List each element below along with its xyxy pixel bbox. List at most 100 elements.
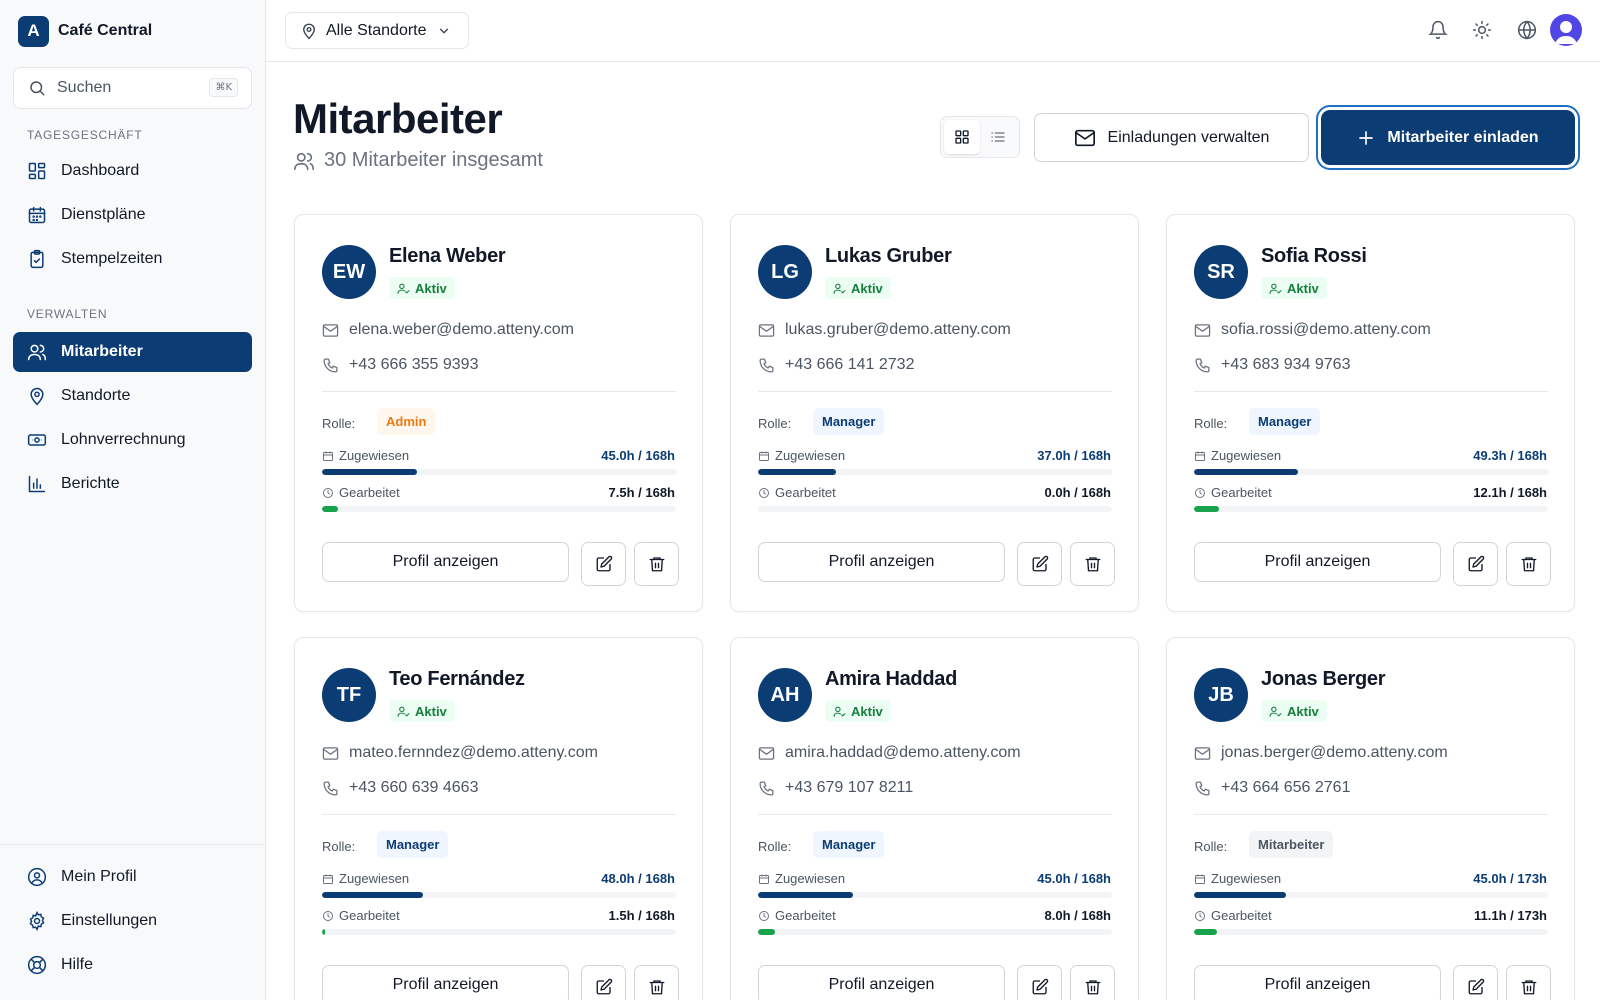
delete-button[interactable] xyxy=(1506,542,1551,586)
status-badge: Aktiv xyxy=(1261,700,1327,722)
edit-button[interactable] xyxy=(1453,542,1498,586)
list-icon xyxy=(991,132,1005,142)
worked-label: Gearbeitet xyxy=(322,485,400,500)
assigned-progress-bar xyxy=(322,469,676,475)
lifebuoy-icon xyxy=(27,955,47,975)
sidebar: A Café Central Suchen ⌘K TAGESGESCHÄFT D… xyxy=(0,0,266,1000)
edit-button[interactable] xyxy=(1017,542,1062,586)
employee-name[interactable]: Elena Weber xyxy=(389,245,506,268)
sidebar-item-mitarbeiter[interactable]: Mitarbeiter xyxy=(13,332,252,372)
view-profile-button[interactable]: Profil anzeigen xyxy=(322,965,569,1000)
employee-email[interactable]: amira.haddad@demo.atteny.com xyxy=(758,744,1021,762)
sidebar-item-standorte[interactable]: Standorte xyxy=(13,376,252,416)
employee-name[interactable]: Jonas Berger xyxy=(1261,668,1386,691)
assigned-label: Zugewiesen xyxy=(1194,448,1281,463)
employee-email[interactable]: lukas.gruber@demo.atteny.com xyxy=(758,321,1011,339)
manage-invitations-button[interactable]: Einladungen verwalten xyxy=(1034,113,1309,162)
view-profile-button[interactable]: Profil anzeigen xyxy=(1194,965,1441,1000)
sidebar-item-label: Dienstpläne xyxy=(61,206,146,223)
worked-label-text: Gearbeitet xyxy=(339,485,400,500)
sidebar-item-berichte[interactable]: Berichte xyxy=(13,464,252,504)
edit-button[interactable] xyxy=(581,542,626,586)
theme-toggle-button[interactable] xyxy=(1471,19,1493,41)
view-profile-button[interactable]: Profil anzeigen xyxy=(322,542,569,582)
sidebar-item-stempelzeiten[interactable]: Stempelzeiten xyxy=(13,239,252,279)
employee-name[interactable]: Amira Haddad xyxy=(825,668,957,691)
invite-employee-button[interactable]: Mitarbeiter einladen xyxy=(1321,110,1575,165)
card-divider xyxy=(1194,814,1548,815)
sidebar-item-label: Standorte xyxy=(61,387,131,404)
employee-name[interactable]: Teo Fernández xyxy=(389,668,525,691)
employee-phone[interactable]: +43 666 141 2732 xyxy=(758,356,914,374)
sidebar-item-lohnverrechnung[interactable]: Lohnverrechnung xyxy=(13,420,252,460)
employee-name[interactable]: Sofia Rossi xyxy=(1261,245,1367,268)
role-badge: Manager xyxy=(813,831,885,858)
delete-button[interactable] xyxy=(1070,965,1115,1000)
view-profile-button[interactable]: Profil anzeigen xyxy=(758,542,1005,582)
employee-email[interactable]: elena.weber@demo.atteny.com xyxy=(322,321,574,339)
worked-label: Gearbeitet xyxy=(1194,485,1272,500)
employee-email[interactable]: jonas.berger@demo.atteny.com xyxy=(1194,744,1448,762)
user-avatar[interactable] xyxy=(1550,14,1582,46)
trash-icon xyxy=(1085,557,1100,572)
location-select[interactable]: Alle Standorte xyxy=(285,12,469,49)
assigned-label: Zugewiesen xyxy=(1194,871,1281,886)
worked-value: 11.1h / 173h xyxy=(1474,908,1547,923)
status-badge: Aktiv xyxy=(1261,277,1327,299)
language-button[interactable] xyxy=(1516,19,1538,41)
sidebar-item-dienstplaene[interactable]: Dienstpläne xyxy=(13,195,252,235)
mail-icon xyxy=(322,323,339,337)
clock-icon xyxy=(323,487,333,498)
delete-button[interactable] xyxy=(634,965,679,1000)
user-check-icon xyxy=(397,283,410,294)
sidebar-item-hilfe[interactable]: Hilfe xyxy=(13,945,252,985)
mail-icon xyxy=(322,746,339,760)
employee-phone[interactable]: +43 666 355 9393 xyxy=(322,356,478,374)
assigned-label-text: Zugewiesen xyxy=(775,448,846,463)
clock-icon xyxy=(759,487,769,498)
edit-button[interactable] xyxy=(581,965,626,1000)
delete-button[interactable] xyxy=(634,542,679,586)
role-badge: Admin xyxy=(377,408,436,435)
edit-icon xyxy=(1032,555,1048,572)
employee-avatar: SR xyxy=(1194,245,1248,299)
clock-icon xyxy=(1195,910,1205,921)
employee-name[interactable]: Lukas Gruber xyxy=(825,245,952,268)
sun-icon xyxy=(1472,20,1492,40)
edit-button[interactable] xyxy=(1453,965,1498,1000)
sidebar-item-einstellungen[interactable]: Einstellungen xyxy=(13,901,252,941)
edit-icon xyxy=(1468,555,1484,572)
view-profile-button[interactable]: Profil anzeigen xyxy=(758,965,1005,1000)
phone-icon xyxy=(1195,357,1210,373)
assigned-label-text: Zugewiesen xyxy=(339,871,410,886)
brand[interactable]: A Café Central xyxy=(0,0,265,62)
sidebar-item-dashboard[interactable]: Dashboard xyxy=(13,151,252,191)
list-view-button[interactable] xyxy=(980,120,1016,154)
delete-button[interactable] xyxy=(1070,542,1115,586)
status-text: Aktiv xyxy=(851,280,883,296)
view-profile-button[interactable]: Profil anzeigen xyxy=(1194,542,1441,582)
notifications-button[interactable] xyxy=(1427,19,1449,41)
assigned-progress-bar xyxy=(758,469,1112,475)
role-label: Rolle: xyxy=(1194,416,1228,431)
search-input[interactable]: Suchen ⌘K xyxy=(13,67,252,109)
search-shortcut: ⌘K xyxy=(209,78,238,97)
trash-icon xyxy=(1085,980,1100,995)
edit-button[interactable] xyxy=(1017,965,1062,1000)
delete-button[interactable] xyxy=(1506,965,1551,1000)
employee-phone[interactable]: +43 679 107 8211 xyxy=(758,779,913,797)
phone-icon xyxy=(323,780,338,796)
role-badge: Manager xyxy=(1249,408,1321,435)
brand-logo: A xyxy=(18,15,49,47)
employee-card: EW Elena Weber Aktiv elena.weber@demo.at… xyxy=(294,214,703,612)
employee-email[interactable]: mateo.fernndez@demo.atteny.com xyxy=(322,744,598,762)
assigned-progress-fill xyxy=(758,469,836,475)
employee-email[interactable]: sofia.rossi@demo.atteny.com xyxy=(1194,321,1431,339)
page-title: Mitarbeiter xyxy=(293,95,503,142)
sidebar-item-mein-profil[interactable]: Mein Profil xyxy=(13,857,252,897)
employee-phone[interactable]: +43 660 639 4663 xyxy=(322,779,478,797)
grid-view-button[interactable] xyxy=(944,120,980,154)
employee-phone[interactable]: +43 664 656 2761 xyxy=(1194,779,1350,797)
employee-phone[interactable]: +43 683 934 9763 xyxy=(1194,356,1350,374)
assigned-label: Zugewiesen xyxy=(758,871,845,886)
